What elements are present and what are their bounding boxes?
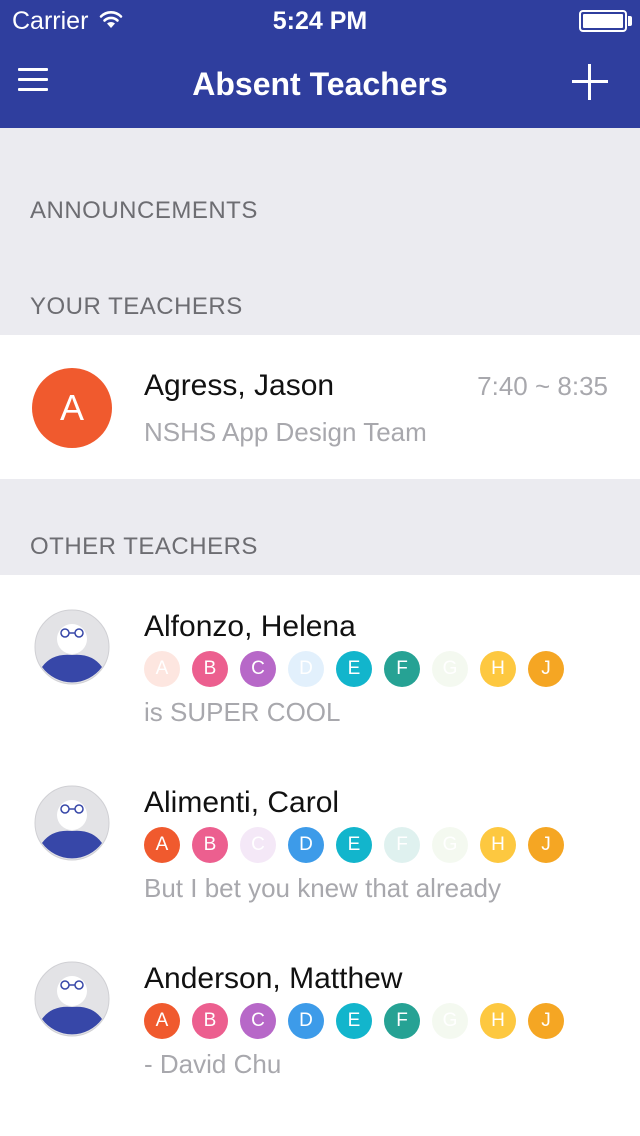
period-badge-g: G [432, 1003, 468, 1039]
period-badge-c: C [240, 1003, 276, 1039]
teacher-name: Alfonzo, Helena [144, 610, 356, 643]
period-list: ABCDEFGHJ [144, 651, 576, 687]
period-badge-f: F [384, 651, 420, 687]
teacher-row[interactable]: Alimenti, Carol ABCDEFGHJ But I bet you … [0, 751, 640, 927]
teacher-avatar-icon [34, 785, 110, 861]
teacher-note: is SUPER COOL [144, 697, 341, 727]
period-badge-j: J [528, 651, 564, 687]
period-badge-d: D [288, 651, 324, 687]
teacher-note: But I bet you knew that already [144, 873, 501, 903]
teacher-row-agress[interactable]: A Agress, Jason 7:40 ~ 8:35 NSHS App Des… [0, 335, 640, 479]
period-badge-e: E [336, 1003, 372, 1039]
teacher-note: - David Chu [144, 1049, 282, 1079]
period-badge-c: C [240, 651, 276, 687]
period-badge-j: J [528, 827, 564, 863]
period-list: ABCDEFGHJ [144, 1003, 576, 1039]
section-header-your-teachers: YOUR TEACHERS [30, 293, 243, 320]
teacher-subtitle: NSHS App Design Team [144, 417, 427, 447]
teacher-name: Alimenti, Carol [144, 786, 340, 819]
section-header-announcements: ANNOUNCEMENTS [30, 197, 258, 224]
period-badge-b: B [192, 827, 228, 863]
period-badge-a: A [144, 651, 180, 687]
period-badge-h: H [480, 1003, 516, 1039]
page-title: Absent Teachers [192, 66, 448, 102]
period-badge-f: F [384, 1003, 420, 1039]
period-badge-a: A [144, 827, 180, 863]
period-badge-h: H [480, 651, 516, 687]
navigation-bar: Carrier 5:24 PM Absent Teachers [0, 0, 640, 128]
period-list: ABCDEFGHJ [144, 827, 576, 863]
teacher-row[interactable]: Anderson, Matthew ABCDEFGHJ - David Chu [0, 927, 640, 1103]
period-badge-c: C [240, 827, 276, 863]
period-badge-f: F [384, 827, 420, 863]
status-bar: Carrier 5:24 PM [0, 0, 640, 40]
period-badge-e: E [336, 651, 372, 687]
period-badge-g: G [432, 827, 468, 863]
teacher-name: Anderson, Matthew [144, 962, 403, 995]
teacher-row[interactable]: Alfonzo, Helena ABCDEFGHJ is SUPER COOL [0, 575, 640, 751]
battery-icon [579, 10, 627, 32]
period-badge-g: G [432, 651, 468, 687]
add-button[interactable] [572, 64, 608, 100]
period-badge-e: E [336, 827, 372, 863]
other-teachers-list: Alfonzo, Helena ABCDEFGHJ is SUPER COOL … [0, 575, 640, 1136]
period-badge-d: D [288, 1003, 324, 1039]
period-badge-a: A [144, 1003, 180, 1039]
period-badge-b: B [192, 651, 228, 687]
your-teachers-list: A Agress, Jason 7:40 ~ 8:35 NSHS App Des… [0, 335, 640, 479]
period-badge-d: D [288, 827, 324, 863]
teacher-avatar-icon [34, 961, 110, 1037]
period-badge-h: H [480, 827, 516, 863]
teacher-name: Agress, Jason [144, 369, 335, 402]
absence-time: 7:40 ~ 8:35 [477, 371, 608, 401]
period-badge-j: J [528, 1003, 564, 1039]
avatar: A [32, 368, 112, 448]
period-badge-b: B [192, 1003, 228, 1039]
section-header-other-teachers: OTHER TEACHERS [30, 533, 258, 560]
status-time: 5:24 PM [272, 7, 368, 35]
teacher-avatar-icon [34, 609, 110, 685]
battery-tip [628, 16, 632, 26]
